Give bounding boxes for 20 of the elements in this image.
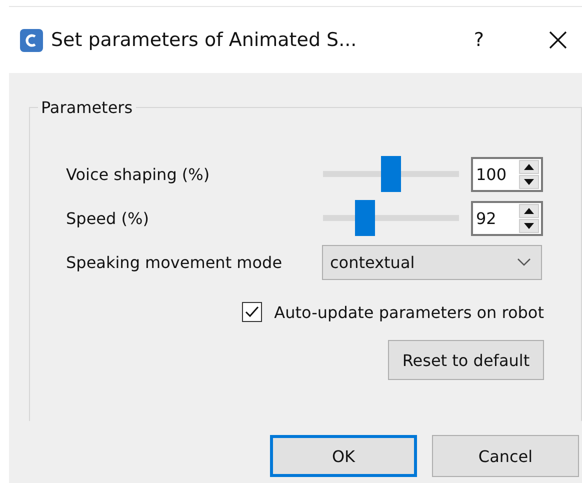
- slider-label: Voice shaping (%): [66, 164, 211, 184]
- spin-box[interactable]: 92: [471, 200, 543, 236]
- window-title: Set parameters of Animated S...: [51, 29, 357, 51]
- slider-label: Speed (%): [66, 208, 150, 228]
- slider-thumb[interactable]: [381, 156, 401, 192]
- app-logo-icon: [20, 28, 43, 52]
- chevron-down-icon: [517, 258, 531, 266]
- checkbox[interactable]: [242, 302, 262, 322]
- mode-label: Speaking movement mode: [66, 252, 284, 272]
- spin-box[interactable]: 100: [471, 156, 543, 192]
- slider-thumb[interactable]: [355, 200, 376, 236]
- spin-arrows-icon[interactable]: [519, 204, 539, 232]
- spin-arrows-icon[interactable]: [519, 160, 539, 188]
- check-icon: [245, 306, 260, 318]
- checkbox-label: Auto-update parameters on robot: [274, 302, 544, 322]
- help-button[interactable]: ?: [470, 29, 488, 51]
- dialog-button[interactable]: OK: [270, 435, 417, 477]
- mode-dropdown[interactable]: contextual: [322, 244, 542, 280]
- dialog-button[interactable]: Cancel: [432, 435, 579, 477]
- reset-button[interactable]: Reset to default: [388, 340, 544, 380]
